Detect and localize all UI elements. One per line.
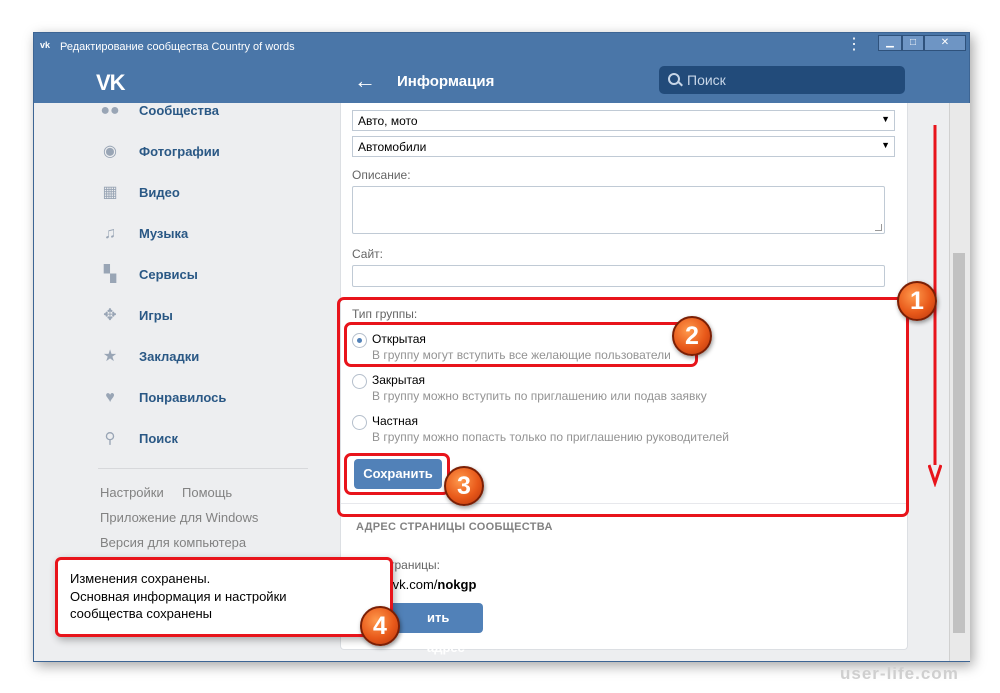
address-section-title: АДРЕС СТРАНИЦЫ СООБЩЕСТВА — [356, 521, 553, 533]
sidebar-item-communities[interactable]: ●● Сообщества — [100, 103, 300, 122]
settings-link[interactable]: Настройки — [100, 485, 164, 500]
sidebar-item-label: Поиск — [139, 431, 179, 446]
search-input[interactable]: Поиск — [659, 66, 905, 94]
gamepad-icon: ✥ — [103, 307, 117, 324]
sidebar-item-liked[interactable]: ♥ Понравилось — [100, 387, 300, 409]
step-badge-3: 3 — [444, 466, 484, 506]
sidebar-item-bookmarks[interactable]: ★ Закладки — [100, 346, 300, 368]
sidebar-item-label: Закладки — [139, 349, 200, 364]
sidebar-item-label: Понравилось — [139, 390, 227, 405]
maximize-button[interactable]: □ — [902, 35, 924, 51]
site-label: Сайт: — [352, 247, 384, 261]
sidebar-item-search[interactable]: ⚲ Поиск — [100, 428, 300, 450]
close-button[interactable]: ✕ — [924, 35, 966, 51]
saved-notification: Изменения сохранены. Основная информация… — [55, 557, 393, 637]
communities-icon: ●● — [100, 103, 120, 119]
minimize-button[interactable]: ▁ — [878, 35, 902, 51]
sidebar-divider — [98, 468, 308, 469]
subcategory-select[interactable]: Автомобили ▼ — [352, 136, 895, 157]
address-url-prefix: .vk.com/ — [389, 577, 438, 592]
heart-icon: ♥ — [105, 389, 115, 406]
description-label: Описание: — [352, 168, 411, 182]
window-title: Редактирование сообщества Country of wor… — [60, 41, 295, 53]
video-icon: ▦ — [102, 184, 118, 201]
windows-app-link[interactable]: Приложение для Windows — [100, 510, 258, 525]
step-badge-4: 4 — [360, 606, 400, 646]
desktop-version-link[interactable]: Версия для компьютера — [100, 535, 246, 550]
camera-icon: ◉ — [103, 143, 117, 160]
dropdown-arrow-icon: ▼ — [881, 114, 890, 124]
back-arrow-icon[interactable]: ← — [354, 68, 376, 94]
change-address-button[interactable]: ить адрес — [389, 603, 483, 655]
description-field[interactable] — [352, 186, 885, 234]
category-select[interactable]: Авто, мото ▼ — [352, 110, 895, 131]
step-badge-1: 1 — [897, 281, 937, 321]
select-value: Авто, мото — [358, 114, 418, 128]
watermark: user-life.com — [840, 664, 959, 683]
app-header: VK ← Информация Поиск — [34, 61, 969, 103]
scrollbar[interactable] — [949, 103, 970, 661]
sidebar-item-music[interactable]: ♫ Музыка — [100, 223, 300, 245]
sidebar-item-label: Видео — [139, 185, 180, 200]
sidebar-item-label: Фотографии — [139, 144, 220, 159]
select-value: Автомобили — [358, 140, 427, 154]
highlight-save-button — [344, 453, 450, 495]
address-label: траницы: — [389, 558, 441, 572]
sidebar-item-label: Игры — [139, 308, 173, 323]
notification-line-2: Основная информация и настройки — [70, 589, 287, 604]
vk-logo[interactable]: VK — [96, 70, 126, 96]
scrollbar-thumb[interactable] — [953, 253, 965, 633]
help-link[interactable]: Помощь — [182, 485, 232, 500]
step-badge-2: 2 — [672, 316, 712, 356]
address-url: .vk.com/nokgp — [389, 577, 476, 592]
search-placeholder: Поиск — [687, 72, 726, 88]
dropdown-arrow-icon: ▼ — [881, 140, 890, 150]
address-url-slug: nokgp — [437, 577, 477, 592]
search-icon: ⚲ — [104, 430, 116, 447]
highlight-open-option — [344, 322, 698, 367]
search-icon — [668, 73, 680, 85]
services-icon: ▚ — [103, 266, 117, 283]
vk-icon: vk — [40, 40, 51, 50]
sidebar-item-label: Сообщества — [139, 103, 219, 118]
site-field[interactable] — [352, 265, 885, 287]
sidebar-item-games[interactable]: ✥ Игры — [100, 305, 300, 327]
sidebar-item-photos[interactable]: ◉ Фотографии — [100, 141, 300, 163]
sidebar-item-video[interactable]: ▦ Видео — [100, 182, 300, 204]
page-title: Информация — [397, 73, 495, 90]
change-address-label: ить адрес — [427, 610, 465, 655]
star-icon: ★ — [102, 348, 118, 365]
notification-line-1: Изменения сохранены. — [70, 571, 211, 586]
sidebar-item-label: Музыка — [139, 226, 189, 241]
menu-icon[interactable]: ⋮ — [846, 37, 862, 53]
sidebar-item-label: Сервисы — [139, 267, 198, 282]
sidebar-item-services[interactable]: ▚ Сервисы — [100, 264, 300, 286]
music-icon: ♫ — [104, 225, 116, 242]
notification-line-3: сообщества сохранены — [70, 606, 213, 621]
title-bar: vk Редактирование сообщества Country of … — [34, 33, 969, 61]
